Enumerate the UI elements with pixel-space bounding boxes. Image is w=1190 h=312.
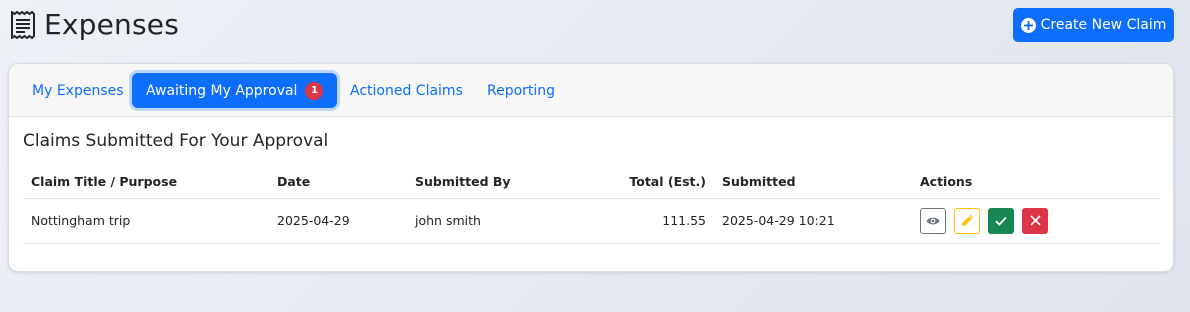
title-wrap: Expenses [10,8,179,42]
tab-bar: My Expenses Awaiting My Approval 1 Actio… [9,64,1173,117]
table-row: Nottingham trip 2025-04-29 john smith 11… [23,198,1160,244]
table-header-row: Claim Title / Purpose Date Submitted By … [23,166,1160,199]
tab-label: Actioned Claims [350,82,463,99]
page-header: Expenses Create New Claim [8,0,1176,48]
tab-actioned-claims[interactable]: Actioned Claims [336,73,477,108]
edit-claim-button[interactable] [954,207,980,234]
tab-label: My Expenses [32,82,124,99]
tab-label: Awaiting My Approval [146,82,298,99]
receipt-icon [10,9,36,41]
claim-submitted-cell: 2025-04-29 10:21 [714,198,912,244]
claim-title-cell: Nottingham trip [23,198,269,244]
check-icon [995,216,1007,226]
column-header-total: Total (Est.) [537,166,714,199]
tab-awaiting-my-approval[interactable]: Awaiting My Approval 1 [132,73,338,108]
plus-circle-icon [1020,17,1036,33]
eye-icon [926,217,940,224]
action-buttons [920,207,1152,234]
x-icon [1029,215,1041,226]
claims-table: Claim Title / Purpose Date Submitted By … [23,166,1160,244]
expenses-card: My Expenses Awaiting My Approval 1 Actio… [8,63,1174,272]
section-title: Claims Submitted For Your Approval [23,131,329,151]
tab-reporting[interactable]: Reporting [473,73,569,108]
reject-claim-button[interactable] [1022,207,1048,234]
card-body: Claims Submitted For Your Approval Claim… [9,117,1173,271]
column-header-date: Date [269,166,407,199]
claim-actions-cell [912,198,1160,244]
column-header-actions: Actions [912,166,1160,199]
column-header-submitted-by: Submitted By [407,166,537,199]
column-header-submitted: Submitted [714,166,912,199]
claim-date-cell: 2025-04-29 [269,198,407,244]
pencil-icon [961,214,973,226]
approval-count-badge: 1 [305,81,324,100]
approve-claim-button[interactable] [988,207,1014,234]
column-header-title: Claim Title / Purpose [23,166,269,199]
claim-total-cell: 111.55 [537,198,714,244]
tab-my-expenses[interactable]: My Expenses [18,73,138,108]
page-title: Expenses [44,8,180,41]
claim-submitted-by-cell: john smith [407,198,537,244]
tab-label: Reporting [487,82,556,99]
create-new-claim-button[interactable]: Create New Claim [1013,8,1174,42]
view-claim-button[interactable] [920,207,946,234]
create-new-claim-label: Create New Claim [1040,17,1167,33]
